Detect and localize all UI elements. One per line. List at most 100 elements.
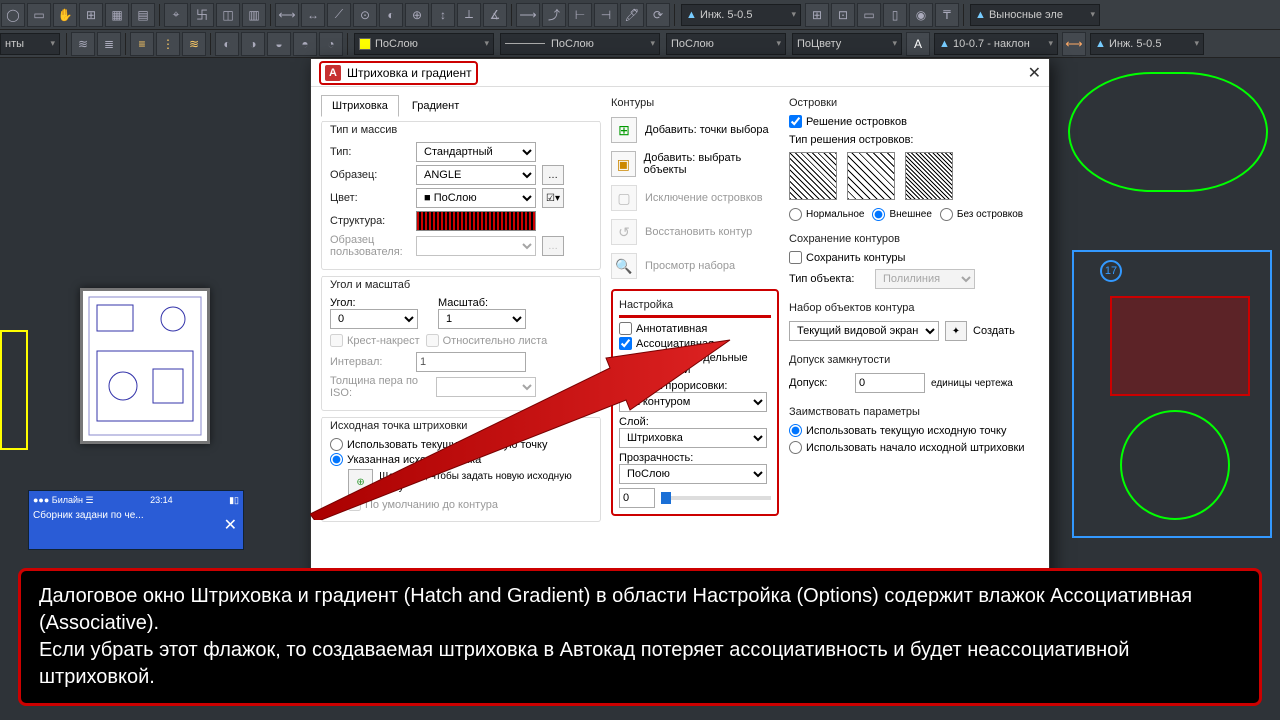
- pattern-browse-button[interactable]: …: [542, 165, 564, 185]
- boundaries-header: Контуры: [611, 97, 779, 109]
- tool-icon[interactable]: ▥: [242, 3, 266, 27]
- separate-check[interactable]: Создавать отдельные штриховки: [619, 352, 771, 376]
- island-style-outer[interactable]: [847, 152, 895, 200]
- island-style-ignore[interactable]: [905, 152, 953, 200]
- island-style-normal[interactable]: [789, 152, 837, 200]
- dimstyle-combo[interactable]: ▲ Инж. 5-0.5▾: [1090, 33, 1204, 55]
- swatch-preview[interactable]: [416, 211, 536, 231]
- transparency-slider[interactable]: [661, 496, 771, 500]
- dim-icon[interactable]: ◐: [379, 3, 403, 27]
- type-select[interactable]: Стандартный: [416, 142, 536, 162]
- tool-icon[interactable]: ▯: [883, 3, 907, 27]
- dim-icon[interactable]: ∡: [483, 3, 507, 27]
- island-normal-radio[interactable]: Нормальное: [789, 208, 864, 221]
- dim-icon[interactable]: ↕: [431, 3, 455, 27]
- annotation-box: Далоговое окно Штриховка и градиент (Hat…: [18, 568, 1262, 706]
- layer-select[interactable]: Штриховка: [619, 428, 767, 448]
- dim-icon[interactable]: ⤴: [542, 3, 566, 27]
- tool-icon[interactable]: ▭: [27, 3, 51, 27]
- draworder-select[interactable]: За контуром: [619, 392, 767, 412]
- tab-hatch[interactable]: Штриховка: [321, 95, 399, 117]
- dim-icon[interactable]: ↔: [301, 3, 325, 27]
- new-boundary-icon-button[interactable]: ✦: [945, 321, 967, 341]
- dim-icon[interactable]: ⟳: [646, 3, 670, 27]
- island-ignore-radio[interactable]: Без островков: [940, 208, 1023, 221]
- tab-gradient[interactable]: Градиент: [401, 95, 470, 117]
- origin-default-check: По умолчанию до контура: [348, 498, 592, 511]
- color-select[interactable]: ■ ПоСлою: [416, 188, 536, 208]
- gap-input[interactable]: [855, 373, 925, 393]
- dim-icon[interactable]: ⟷: [1062, 32, 1086, 56]
- angle-select[interactable]: 0: [330, 309, 418, 329]
- tool-icon[interactable]: ▭: [857, 3, 881, 27]
- userpat-browse-button: …: [542, 236, 564, 256]
- tool-icon[interactable]: ◒: [267, 32, 291, 56]
- layer-combo[interactable]: ▲ Инж. 5-0.5▾: [681, 4, 801, 26]
- close-icon[interactable]: ✕: [1028, 63, 1041, 83]
- pattern-select[interactable]: ANGLE: [416, 165, 536, 185]
- annotative-check[interactable]: Аннотативная: [619, 322, 771, 335]
- lweight-combo[interactable]: ПоСлою▾: [666, 33, 786, 55]
- tool-icon[interactable]: 卐: [190, 3, 214, 27]
- dim-icon[interactable]: ⟂: [457, 3, 481, 27]
- group-type: Тип и массив: [322, 121, 600, 136]
- plot-combo[interactable]: ПоЦвету▾: [792, 33, 902, 55]
- pick-origin-button[interactable]: ⊕: [348, 469, 373, 495]
- dim-icon[interactable]: ⊕: [405, 3, 429, 27]
- color-swatch-button[interactable]: ☑▾: [542, 188, 564, 208]
- dim-icon[interactable]: ⊣: [594, 3, 618, 27]
- boundaryset-select[interactable]: Текущий видовой экран: [789, 321, 939, 341]
- add-select-objects-button[interactable]: ▣Добавить: выбрать объекты: [611, 151, 779, 177]
- props-toolbar: нты▾ ≋ ≣ ≡ ⋮ ≋ ◐ ◑ ◒ ◓ ◔ ПоСлою▾ ПоСлою▾…: [0, 30, 1280, 58]
- associative-check[interactable]: Ассоциативная: [619, 337, 771, 350]
- tool-icon[interactable]: ◓: [293, 32, 317, 56]
- tool-icon[interactable]: ◉: [909, 3, 933, 27]
- dim-icon[interactable]: ⟷: [275, 3, 299, 27]
- dialog-title-highlight: A Штриховка и градиент: [319, 61, 478, 85]
- add-pick-points-button[interactable]: ⊞Добавить: точки выбора: [611, 117, 779, 143]
- layer-icon[interactable]: ⋮: [156, 32, 180, 56]
- retain-check[interactable]: Сохранить контуры: [789, 251, 1039, 264]
- island-detect-check[interactable]: Решение островков: [789, 115, 1039, 128]
- tool-icon[interactable]: ◑: [241, 32, 265, 56]
- tool-icon[interactable]: ⌖: [164, 3, 188, 27]
- color-combo[interactable]: ПоСлою▾: [354, 33, 494, 55]
- layer-icon[interactable]: ≣: [97, 32, 121, 56]
- phone-mockup: ●●● Билайн ☰23:14▮▯ Сборник задани по че…: [28, 490, 244, 550]
- origin-specified-radio[interactable]: Указанная исходная точка: [330, 453, 592, 466]
- inherit-source-radio[interactable]: Использовать начало исходной штриховки: [789, 441, 1039, 454]
- layer-icon[interactable]: ≡: [130, 32, 154, 56]
- combo[interactable]: нты▾: [0, 33, 60, 55]
- txtstyle-combo[interactable]: ▲ 10-0.7 - наклон▾: [934, 33, 1058, 55]
- tool-icon[interactable]: ◯: [1, 3, 25, 27]
- dim-icon[interactable]: ⊢: [568, 3, 592, 27]
- annot-combo[interactable]: ▲ Выносные эле▾: [970, 4, 1100, 26]
- tool-icon[interactable]: ▦: [105, 3, 129, 27]
- scale-select[interactable]: 1: [438, 309, 526, 329]
- tool-icon[interactable]: ◔: [319, 32, 343, 56]
- tool-icon[interactable]: ⊡: [831, 3, 855, 27]
- dim-icon[interactable]: ⊙: [353, 3, 377, 27]
- iso-select: [436, 377, 536, 397]
- transparency-select[interactable]: ПоСлою: [619, 464, 767, 484]
- text-icon[interactable]: A: [906, 32, 930, 56]
- dim-icon[interactable]: ⟋: [327, 3, 351, 27]
- layer-icon[interactable]: ≋: [182, 32, 206, 56]
- gap-header: Допуск замкнутости: [789, 354, 1039, 366]
- island-outer-radio[interactable]: Внешнее: [872, 208, 931, 221]
- transparency-value-input[interactable]: [619, 488, 655, 508]
- origin-current-radio[interactable]: Использовать текущую исходную точку: [330, 438, 592, 451]
- tool-icon[interactable]: ⊞: [805, 3, 829, 27]
- tool-icon[interactable]: ⊞: [79, 3, 103, 27]
- tool-icon[interactable]: ◫: [216, 3, 240, 27]
- pan-icon[interactable]: ✋: [53, 3, 77, 27]
- retain-header: Сохранение контуров: [789, 233, 1039, 245]
- tool-icon[interactable]: ▤: [131, 3, 155, 27]
- dim-icon[interactable]: 🖊: [620, 3, 644, 27]
- ltype-combo[interactable]: ПоСлою▾: [500, 33, 660, 55]
- inherit-current-radio[interactable]: Использовать текущую исходную точку: [789, 424, 1039, 437]
- tool-icon[interactable]: ◐: [215, 32, 239, 56]
- tool-icon[interactable]: ₸: [935, 3, 959, 27]
- layer-icon[interactable]: ≋: [71, 32, 95, 56]
- dim-icon[interactable]: ⟶: [516, 3, 540, 27]
